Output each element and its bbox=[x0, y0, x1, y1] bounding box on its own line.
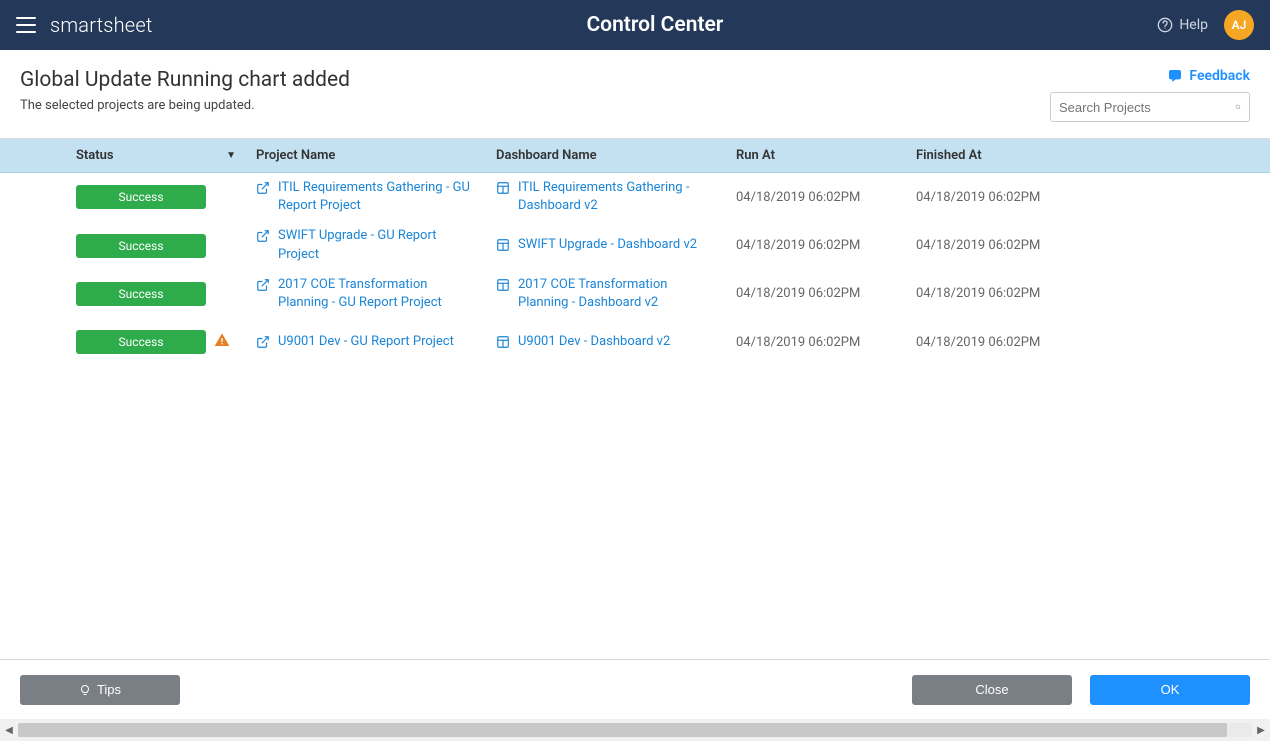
col-header-status[interactable]: Status ▼ bbox=[66, 148, 246, 163]
dashboard-link[interactable]: U9001 Dev - Dashboard v2 bbox=[518, 333, 670, 351]
dashboard-icon bbox=[496, 238, 510, 252]
finished-at: 04/18/2019 06:02PM bbox=[906, 190, 1086, 205]
table-row: Success U9001 Dev - GU Report Project U900… bbox=[0, 318, 1270, 366]
col-header-status-label: Status bbox=[76, 148, 114, 163]
run-at: 04/18/2019 06:02PM bbox=[726, 190, 906, 205]
project-link[interactable]: 2017 COE Transformation Planning - GU Re… bbox=[278, 276, 476, 312]
ok-button[interactable]: OK bbox=[1090, 675, 1250, 705]
table-row: Success SWIFT Upgrade - GU Report Project… bbox=[0, 221, 1270, 269]
feedback-link[interactable]: Feedback bbox=[1167, 68, 1250, 84]
status-badge: Success bbox=[76, 330, 206, 354]
lightbulb-icon bbox=[79, 683, 91, 697]
menu-icon[interactable] bbox=[16, 17, 36, 33]
app-title: Control Center bbox=[153, 13, 1158, 37]
help-icon bbox=[1157, 17, 1173, 33]
help-link[interactable]: Help bbox=[1157, 17, 1208, 33]
external-link-icon bbox=[256, 278, 270, 292]
brand-logo: smartsheet bbox=[50, 13, 153, 37]
search-icon bbox=[1235, 100, 1241, 114]
dashboard-icon bbox=[496, 335, 510, 349]
status-badge: Success bbox=[76, 282, 206, 306]
project-link[interactable]: ITIL Requirements Gathering - GU Report … bbox=[278, 179, 476, 215]
scroll-track[interactable] bbox=[18, 723, 1252, 737]
search-input[interactable] bbox=[1059, 100, 1235, 115]
finished-at: 04/18/2019 06:02PM bbox=[906, 335, 1086, 350]
col-header-project[interactable]: Project Name bbox=[246, 148, 486, 163]
feedback-icon bbox=[1167, 68, 1183, 84]
col-header-run-at[interactable]: Run At bbox=[726, 148, 906, 163]
footer: Tips Close OK bbox=[0, 659, 1270, 719]
user-avatar[interactable]: AJ bbox=[1224, 10, 1254, 40]
page-title: Global Update Running chart added bbox=[20, 68, 350, 92]
scroll-right-icon[interactable]: ▶ bbox=[1252, 721, 1270, 739]
external-link-icon bbox=[256, 229, 270, 243]
horizontal-scrollbar[interactable]: ◀ ▶ bbox=[0, 719, 1270, 741]
dashboard-icon bbox=[496, 181, 510, 195]
finished-at: 04/18/2019 06:02PM bbox=[906, 286, 1086, 301]
status-badge: Success bbox=[76, 234, 206, 258]
run-at: 04/18/2019 06:02PM bbox=[726, 238, 906, 253]
subheader: Global Update Running chart added The se… bbox=[0, 50, 1270, 139]
table-header: Status ▼ Project Name Dashboard Name Run… bbox=[0, 139, 1270, 173]
external-link-icon bbox=[256, 181, 270, 195]
run-at: 04/18/2019 06:02PM bbox=[726, 335, 906, 350]
page-subtitle: The selected projects are being updated. bbox=[20, 98, 350, 113]
scroll-thumb[interactable] bbox=[18, 723, 1227, 737]
project-link[interactable]: SWIFT Upgrade - GU Report Project bbox=[278, 227, 476, 263]
close-button[interactable]: Close bbox=[912, 675, 1072, 705]
dashboard-link[interactable]: SWIFT Upgrade - Dashboard v2 bbox=[518, 236, 697, 254]
feedback-label: Feedback bbox=[1189, 68, 1250, 84]
dashboard-link[interactable]: ITIL Requirements Gathering - Dashboard … bbox=[518, 179, 716, 215]
col-header-finished-at[interactable]: Finished At bbox=[906, 148, 1086, 163]
run-at: 04/18/2019 06:02PM bbox=[726, 286, 906, 301]
status-badge: Success bbox=[76, 185, 206, 209]
finished-at: 04/18/2019 06:02PM bbox=[906, 238, 1086, 253]
scroll-left-icon[interactable]: ◀ bbox=[0, 721, 18, 739]
warning-icon bbox=[214, 332, 230, 348]
col-header-dashboard[interactable]: Dashboard Name bbox=[486, 148, 726, 163]
dashboard-icon bbox=[496, 278, 510, 292]
help-label: Help bbox=[1179, 17, 1208, 33]
search-box[interactable] bbox=[1050, 92, 1250, 122]
table-row: Success 2017 COE Transformation Planning … bbox=[0, 270, 1270, 318]
external-link-icon bbox=[256, 335, 270, 349]
project-link[interactable]: U9001 Dev - GU Report Project bbox=[278, 333, 454, 351]
results-table: Status ▼ Project Name Dashboard Name Run… bbox=[0, 139, 1270, 366]
table-row: Success ITIL Requirements Gathering - GU … bbox=[0, 173, 1270, 221]
navbar: smartsheet Control Center Help AJ bbox=[0, 0, 1270, 50]
tips-button[interactable]: Tips bbox=[20, 675, 180, 705]
dashboard-link[interactable]: 2017 COE Transformation Planning - Dashb… bbox=[518, 276, 716, 312]
sort-desc-icon: ▼ bbox=[226, 150, 236, 161]
tips-label: Tips bbox=[97, 682, 121, 697]
